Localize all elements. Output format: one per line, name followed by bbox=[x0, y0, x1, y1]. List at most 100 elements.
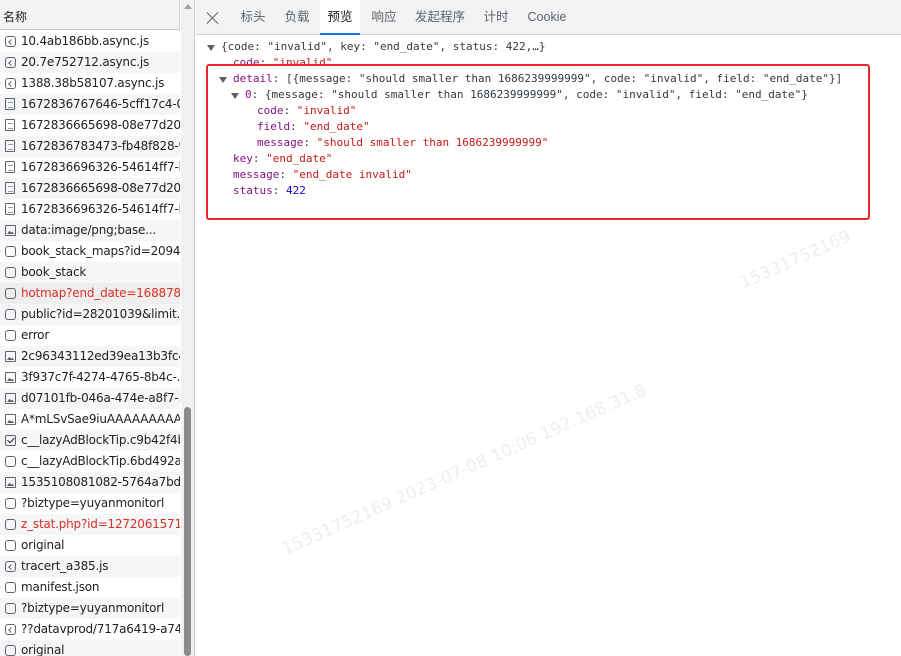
request-list-panel: 名称 10.4ab186bb.async.js 20.7e752712.async… bbox=[0, 0, 195, 656]
tab-payload[interactable]: 负载 bbox=[276, 0, 318, 35]
detail-tab-bar: 标头 负载 预览 响应 发起程序 计时 Cookie bbox=[196, 0, 901, 35]
fetch-icon bbox=[5, 582, 16, 593]
document-icon bbox=[5, 119, 15, 131]
scrollbar-thumb[interactable] bbox=[184, 407, 191, 656]
close-icon[interactable] bbox=[205, 10, 221, 26]
document-icon bbox=[5, 98, 15, 110]
request-row[interactable]: book_stack bbox=[0, 262, 180, 283]
request-row[interactable]: original bbox=[0, 640, 180, 656]
request-row[interactable]: ?biztype=yuyanmonitorl bbox=[0, 493, 180, 514]
request-row[interactable]: manifest.json bbox=[0, 577, 180, 598]
request-name: book_stack bbox=[21, 265, 87, 279]
request-name: 2c96343112ed39ea13b3fc4... bbox=[21, 349, 180, 363]
document-icon bbox=[5, 182, 15, 194]
request-row[interactable]: d07101fb-046a-474e-a8f7-... bbox=[0, 388, 180, 409]
request-name: 1672836767646-5cff17c4-0... bbox=[21, 97, 180, 111]
fetch-icon bbox=[5, 603, 16, 614]
document-icon bbox=[5, 140, 15, 152]
request-name: data:image/png;base... bbox=[21, 223, 157, 237]
fetch-icon bbox=[5, 540, 16, 551]
request-row[interactable]: c__lazyAdBlockTip.6bd492a... bbox=[0, 451, 180, 472]
request-name: 1672836665698-08e77d20-... bbox=[21, 181, 180, 195]
fetch-icon bbox=[5, 456, 16, 467]
request-name: original bbox=[21, 538, 65, 552]
tab-cookie[interactable]: Cookie bbox=[519, 0, 575, 35]
expand-root-triangle-icon[interactable] bbox=[207, 45, 215, 51]
request-row[interactable]: ??datavprod/717a6419-a74... bbox=[0, 619, 180, 640]
request-name: 1535108081082-5764a7bd-... bbox=[21, 475, 180, 489]
json-root-summary[interactable]: {code: "invalid", key: "end_date", statu… bbox=[221, 39, 546, 55]
image-icon bbox=[5, 372, 16, 383]
tab-headers[interactable]: 标头 bbox=[231, 0, 275, 35]
request-row[interactable]: 1672836696326-54614ff7-b... bbox=[0, 199, 180, 220]
fetch-icon bbox=[5, 246, 16, 257]
request-row[interactable]: public?id=28201039&limit... bbox=[0, 304, 180, 325]
image-icon bbox=[5, 351, 16, 362]
tab-response[interactable]: 响应 bbox=[363, 0, 405, 35]
request-row[interactable]: error bbox=[0, 325, 180, 346]
request-row[interactable]: 1535108081082-5764a7bd-... bbox=[0, 472, 180, 493]
script-icon bbox=[5, 78, 16, 89]
name-column-label: 名称 bbox=[3, 10, 28, 24]
script-icon bbox=[5, 36, 16, 47]
request-row[interactable]: 3f937c7f-4274-4765-8b4c-... bbox=[0, 367, 180, 388]
checkbox-icon bbox=[5, 435, 16, 446]
request-name: 1388.38b58107.async.js bbox=[21, 76, 165, 90]
request-row[interactable]: 1672836767646-5cff17c4-0... bbox=[0, 94, 180, 115]
fetch-icon bbox=[5, 330, 16, 341]
request-row[interactable]: 1672836665698-08e77d20-... bbox=[0, 178, 180, 199]
request-row[interactable]: tracert_a385.js bbox=[0, 556, 180, 577]
document-icon bbox=[5, 203, 15, 215]
request-row[interactable]: 2c96343112ed39ea13b3fc4... bbox=[0, 346, 180, 367]
request-detail-panel: 标头 负载 预览 响应 发起程序 计时 Cookie {code: "inval… bbox=[196, 0, 901, 656]
request-row[interactable]: hotmap?end_date=168878... bbox=[0, 283, 180, 304]
request-name: z_stat.php?id=1272061571... bbox=[21, 517, 180, 531]
request-name: book_stack_maps?id=2094... bbox=[21, 244, 180, 258]
fetch-icon bbox=[5, 498, 16, 509]
request-row[interactable]: 10.4ab186bb.async.js bbox=[0, 31, 180, 52]
name-column-header[interactable]: 名称 bbox=[0, 0, 180, 30]
tab-preview[interactable]: 预览 bbox=[320, 0, 360, 35]
request-name: A*mLSvSae9iuAAAAAAAAA... bbox=[21, 412, 180, 426]
request-row[interactable]: 1672836783473-fb48f828-9... bbox=[0, 136, 180, 157]
request-row[interactable]: original bbox=[0, 535, 180, 556]
json-preview: {code: "invalid", key: "end_date", statu… bbox=[196, 36, 901, 656]
fetch-icon bbox=[5, 267, 16, 278]
request-list-scrollbar[interactable] bbox=[181, 0, 194, 656]
request-name: c__lazyAdBlockTip.6bd492a... bbox=[21, 454, 180, 468]
request-name: manifest.json bbox=[21, 580, 100, 594]
image-icon bbox=[5, 414, 16, 425]
request-row[interactable]: 1388.38b58107.async.js bbox=[0, 73, 180, 94]
request-name: tracert_a385.js bbox=[21, 559, 109, 573]
request-row[interactable]: z_stat.php?id=1272061571... bbox=[0, 514, 180, 535]
document-icon bbox=[5, 161, 15, 173]
request-name: c__lazyAdBlockTip.c9b42f4b... bbox=[21, 433, 180, 447]
request-name: 1672836665698-08e77d20-... bbox=[21, 118, 180, 132]
request-row[interactable]: A*mLSvSae9iuAAAAAAAAA... bbox=[0, 409, 180, 430]
request-row[interactable]: book_stack_maps?id=2094... bbox=[0, 241, 180, 262]
request-name: 1672836696326-54614ff7-b... bbox=[21, 160, 180, 174]
image-icon bbox=[5, 393, 16, 404]
request-row[interactable]: data:image/png;base... bbox=[0, 220, 180, 241]
request-row[interactable]: ?biztype=yuyanmonitorl bbox=[0, 598, 180, 619]
request-row[interactable]: c__lazyAdBlockTip.c9b42f4b... bbox=[0, 430, 180, 451]
script-icon bbox=[5, 561, 16, 572]
scroll-up-arrow-icon[interactable] bbox=[184, 4, 192, 9]
fetch-icon bbox=[5, 519, 16, 530]
request-name: 20.7e752712.async.js bbox=[21, 55, 150, 69]
request-name: ?biztype=yuyanmonitorl bbox=[21, 601, 165, 615]
request-name: 1672836696326-54614ff7-b... bbox=[21, 202, 180, 216]
request-name: hotmap?end_date=168878... bbox=[21, 286, 180, 300]
request-name: original bbox=[21, 643, 65, 656]
request-rows: 10.4ab186bb.async.js 20.7e752712.async.js… bbox=[0, 31, 180, 656]
request-name: error bbox=[21, 328, 50, 342]
tab-timing[interactable]: 计时 bbox=[475, 0, 517, 35]
fetch-icon bbox=[5, 645, 16, 656]
request-row[interactable]: 1672836696326-54614ff7-b... bbox=[0, 157, 180, 178]
fetch-icon bbox=[5, 309, 16, 320]
request-row[interactable]: 1672836665698-08e77d20-... bbox=[0, 115, 180, 136]
red-highlight-box bbox=[206, 64, 870, 220]
request-row[interactable]: 20.7e752712.async.js bbox=[0, 52, 180, 73]
tab-initiator[interactable]: 发起程序 bbox=[408, 0, 472, 35]
request-name: public?id=28201039&limit... bbox=[21, 307, 180, 321]
